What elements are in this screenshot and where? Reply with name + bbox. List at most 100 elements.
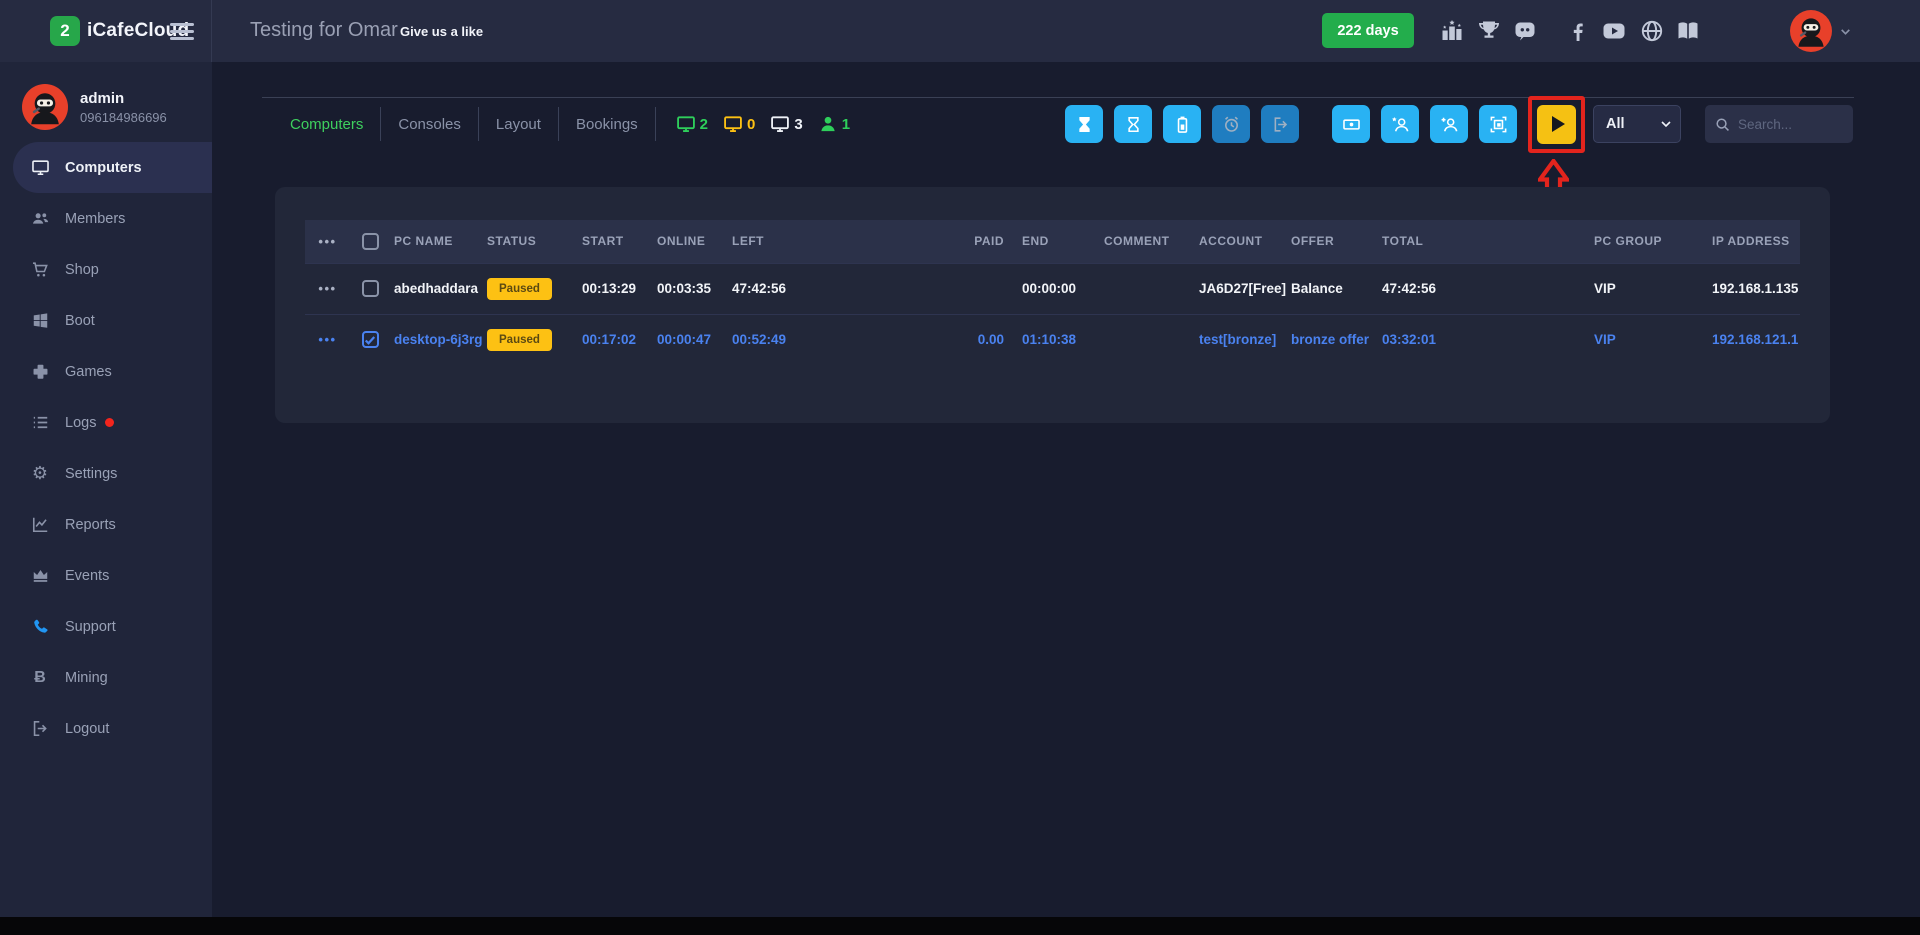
- account-menu[interactable]: [1790, 10, 1852, 52]
- list-icon: [30, 413, 50, 432]
- brand-logo[interactable]: 2 iCafeCloud: [50, 16, 189, 46]
- row-actions-icon[interactable]: •••: [318, 281, 336, 296]
- resume-play-button[interactable]: [1537, 104, 1576, 144]
- sidebar-item-reports[interactable]: Reports: [0, 499, 212, 550]
- tab-layout[interactable]: Layout: [479, 116, 558, 133]
- guide-icon[interactable]: [1676, 19, 1700, 43]
- days-remaining-badge[interactable]: 222 days: [1322, 13, 1414, 48]
- sidebar: admin 096184986696 Computers Members Sho…: [0, 62, 212, 917]
- cell-start: 00:17:02: [578, 313, 653, 365]
- computers-table-card: ••• PC NAME STATUS START ONLINE LEFT PAI…: [275, 187, 1830, 423]
- profile-phone: 096184986696: [80, 109, 167, 125]
- payment-button[interactable]: [1332, 105, 1370, 143]
- profile[interactable]: admin 096184986696: [22, 84, 167, 130]
- sidebar-item-shop[interactable]: Shop: [0, 244, 212, 295]
- cell-online: 00:03:35: [653, 262, 728, 314]
- cell-pc-name: abedhaddara: [390, 262, 483, 314]
- battery-button[interactable]: [1163, 105, 1201, 143]
- guest-login-button[interactable]: [1430, 105, 1468, 143]
- profile-name: admin: [80, 89, 125, 107]
- battery-icon: [1177, 116, 1187, 133]
- exit-icon: [1274, 116, 1287, 132]
- cell-end: 01:10:38: [1018, 313, 1100, 365]
- hourglass-outline-icon: [1127, 116, 1139, 132]
- monitor-icon: [676, 116, 695, 132]
- cell-pc-name: desktop-6j3rg…: [390, 313, 483, 365]
- facebook-icon[interactable]: [1566, 19, 1590, 43]
- cell-ip: 192.168.121.1: [1708, 313, 1800, 365]
- gear-icon: ⚙: [31, 463, 49, 483]
- group-filter-select[interactable]: All: [1593, 105, 1681, 143]
- chart-icon: [30, 515, 50, 534]
- youtube-icon[interactable]: [1602, 19, 1626, 43]
- row-actions-icon[interactable]: •••: [318, 332, 336, 347]
- row-checkbox[interactable]: [361, 280, 379, 297]
- sidebar-item-settings[interactable]: ⚙ Settings: [0, 448, 212, 499]
- tab-bookings[interactable]: Bookings: [559, 116, 655, 133]
- cell-online: 00:00:47: [653, 313, 728, 365]
- hourglass-filled-icon: [1078, 116, 1090, 132]
- cell-end: 00:00:00: [1018, 262, 1100, 314]
- user-icon: [821, 116, 835, 132]
- count-members-online[interactable]: 1: [818, 114, 850, 134]
- screenshot-button[interactable]: [1479, 105, 1517, 143]
- users-icon: [30, 209, 50, 228]
- chevron-down-icon: [1841, 28, 1850, 35]
- logout-icon: [30, 719, 50, 738]
- sidebar-item-games[interactable]: Games: [0, 346, 212, 397]
- cell-left: 47:42:56: [728, 262, 863, 314]
- sidebar-item-logout[interactable]: Logout: [0, 703, 212, 754]
- cell-left: 00:52:49: [728, 313, 863, 365]
- brand-logo-icon: 2: [50, 16, 80, 46]
- phone-icon: [30, 617, 50, 636]
- add-time-button[interactable]: [1114, 105, 1152, 143]
- sidebar-item-members[interactable]: Members: [0, 193, 212, 244]
- discord-icon[interactable]: [1513, 19, 1537, 43]
- count-offline[interactable]: 3: [770, 114, 803, 134]
- header-actions-icon[interactable]: •••: [318, 234, 336, 249]
- tab-consoles[interactable]: Consoles: [381, 116, 478, 133]
- cell-pc-group: VIP: [1590, 313, 1708, 365]
- ranking-icon[interactable]: [1440, 19, 1464, 43]
- sidebar-item-events[interactable]: Events: [0, 550, 212, 601]
- screenshot-icon: [1490, 116, 1506, 132]
- tab-computers[interactable]: Computers: [290, 116, 380, 133]
- money-icon: [1342, 118, 1360, 130]
- gamepad-icon: [30, 362, 50, 381]
- status-badge: Paused: [487, 277, 552, 300]
- sidebar-item-support[interactable]: Support: [0, 601, 212, 652]
- pause-time-button[interactable]: [1065, 105, 1103, 143]
- sidebar-item-mining[interactable]: Ƀ Mining: [0, 652, 212, 703]
- bitcoin-icon: Ƀ: [34, 668, 46, 686]
- search-input[interactable]: [1738, 116, 1843, 132]
- alarm-button[interactable]: [1212, 105, 1250, 143]
- crown-icon: [30, 566, 50, 585]
- avatar: [1790, 10, 1832, 52]
- table-row[interactable]: ••• desktop-6j3rg… Paused 00:17:02 00:00…: [305, 313, 1800, 365]
- cell-offer: Balance: [1287, 262, 1378, 314]
- globe-icon[interactable]: [1640, 19, 1664, 43]
- give-us-a-like-link[interactable]: Give us a like: [400, 24, 483, 39]
- sidebar-item-boot[interactable]: Boot: [0, 295, 212, 346]
- count-in-use[interactable]: 2: [676, 114, 708, 134]
- menu-toggle-icon[interactable]: [170, 23, 194, 40]
- trophy-icon[interactable]: [1477, 19, 1501, 43]
- select-all-checkbox[interactable]: [361, 232, 379, 250]
- sidebar-item-logs[interactable]: Logs: [0, 397, 212, 448]
- play-icon: [1552, 116, 1565, 132]
- cell-account: test[bronze]: [1195, 313, 1287, 365]
- alarm-icon: [1224, 116, 1238, 132]
- member-login-button[interactable]: [1381, 105, 1419, 143]
- profile-avatar: [22, 84, 68, 130]
- sidebar-item-computers[interactable]: Computers: [13, 142, 212, 193]
- cell-pc-group: VIP: [1590, 262, 1708, 314]
- count-paused[interactable]: 0: [723, 114, 755, 134]
- cell-comment: [1100, 313, 1195, 365]
- monitor-icon: [724, 116, 742, 132]
- table-row[interactable]: ••• abedhaddara Paused 00:13:29 00:03:35…: [305, 262, 1800, 314]
- checkout-button[interactable]: [1261, 105, 1299, 143]
- table-header-row: ••• PC NAME STATUS START ONLINE LEFT PAI…: [305, 220, 1800, 263]
- row-checkbox[interactable]: [361, 331, 379, 349]
- logs-alert-dot: [105, 418, 115, 427]
- windows-icon: [30, 311, 50, 330]
